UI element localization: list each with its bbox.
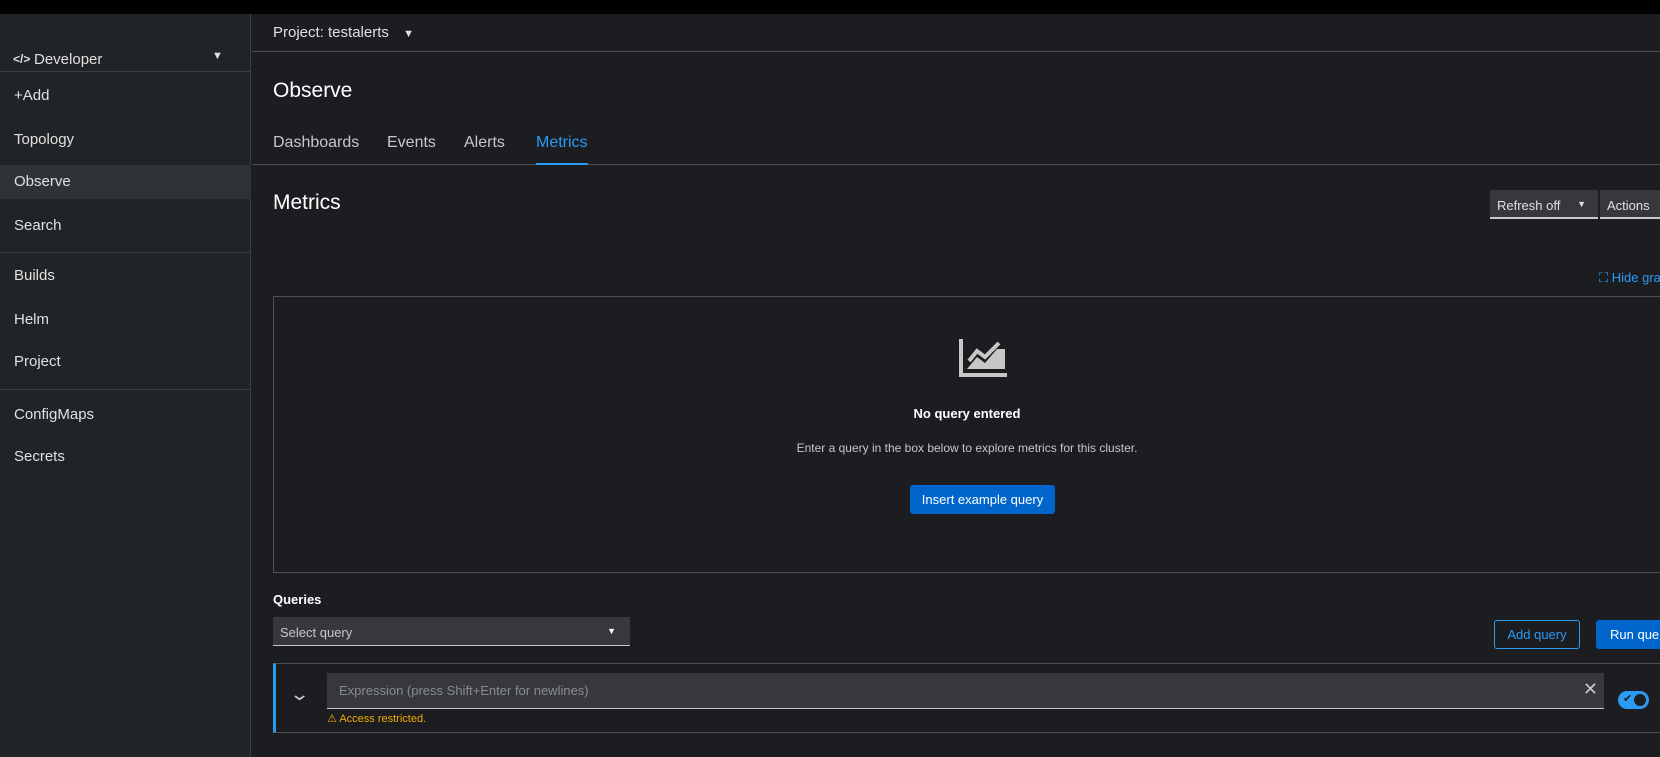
- compress-icon: ⛶: [1599, 270, 1609, 285]
- caret-down-icon: ▼: [1577, 199, 1586, 209]
- hide-graph-button[interactable]: ⛶ Hide graph: [1599, 270, 1660, 286]
- select-query-label: Select query: [280, 625, 353, 640]
- refresh-label: Refresh off: [1497, 198, 1561, 213]
- sidebar-item-configmaps[interactable]: ConfigMaps: [0, 398, 251, 432]
- tab-events[interactable]: Events: [387, 134, 436, 165]
- caret-down-icon: ▼: [212, 50, 223, 62]
- sidebar-item-add[interactable]: +Add: [0, 79, 251, 113]
- sidebar-item-secrets[interactable]: Secrets: [0, 440, 251, 474]
- tab-alerts[interactable]: Alerts: [464, 134, 505, 165]
- page-title: Observe: [273, 79, 353, 102]
- top-bar: [0, 0, 1660, 14]
- sidebar-item-observe[interactable]: Observe: [0, 165, 251, 199]
- project-selector[interactable]: Project: testalerts ▼: [273, 24, 414, 41]
- chevron-down-icon[interactable]: ⌄: [289, 684, 310, 705]
- sidebar-item-builds[interactable]: Builds: [0, 259, 251, 293]
- refresh-dropdown[interactable]: Refresh off ▼: [1490, 190, 1598, 219]
- metrics-heading: Metrics: [273, 191, 341, 214]
- empty-state-description: Enter a query in the box below to explor…: [796, 441, 1138, 455]
- caret-down-icon: ▼: [607, 626, 616, 636]
- access-restricted-text: Access restricted.: [339, 713, 427, 725]
- perspective-label: Developer: [34, 51, 103, 68]
- actions-label: Actions: [1607, 198, 1650, 213]
- query-enabled-toggle[interactable]: ✔: [1618, 691, 1649, 709]
- project-bar: Project: testalerts ▼: [252, 14, 1660, 52]
- warning-icon: ⚠: [327, 713, 337, 725]
- add-query-button[interactable]: Add query: [1494, 620, 1580, 649]
- queries-label: Queries: [273, 592, 322, 607]
- sidebar-item-helm[interactable]: Helm: [0, 303, 251, 337]
- select-query-dropdown[interactable]: Select query ▼: [273, 617, 630, 646]
- hide-graph-label: Hide graph: [1611, 270, 1660, 285]
- run-queries-button[interactable]: Run queries: [1596, 620, 1660, 649]
- expression-input[interactable]: Expression (press Shift+Enter for newlin…: [327, 673, 1604, 709]
- insert-example-query-button[interactable]: Insert example query: [910, 485, 1055, 514]
- sidebar-item-search[interactable]: Search: [0, 209, 251, 243]
- divider: [0, 71, 251, 72]
- caret-down-icon: ▼: [403, 28, 414, 40]
- graph-panel: No query entered Enter a query in the bo…: [273, 296, 1660, 573]
- divider: [0, 252, 251, 253]
- code-icon: </>: [13, 52, 31, 66]
- access-restricted-warning: ⚠ Access restricted.: [327, 712, 426, 725]
- chart-area-icon: [959, 339, 1007, 377]
- tab-dashboards[interactable]: Dashboards: [273, 134, 359, 165]
- expression-placeholder: Expression (press Shift+Enter for newlin…: [339, 683, 589, 698]
- perspective-switcher[interactable]: </> Developer ▼: [0, 28, 251, 85]
- toggle-knob: [1634, 694, 1646, 706]
- sidebar: </> Developer ▼ +Add Topology Observe Se…: [0, 14, 251, 757]
- tab-metrics[interactable]: Metrics: [536, 134, 588, 165]
- clear-icon[interactable]: ✕: [1583, 679, 1598, 700]
- actions-dropdown[interactable]: Actions: [1600, 190, 1660, 219]
- project-label: Project: testalerts: [273, 24, 389, 41]
- sidebar-item-project[interactable]: Project: [0, 345, 251, 379]
- check-icon: ✔: [1623, 693, 1633, 705]
- sidebar-item-topology[interactable]: Topology: [0, 123, 251, 157]
- query-row: ⌄ Expression (press Shift+Enter for newl…: [273, 663, 1660, 733]
- empty-state-title: No query entered: [913, 406, 1021, 421]
- divider: [0, 389, 251, 390]
